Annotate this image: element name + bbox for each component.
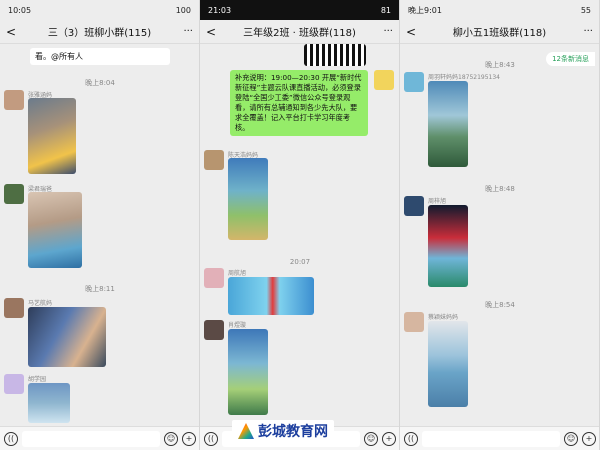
sender-name: 蔡颖妹妈妈 <box>428 314 459 321</box>
avatar[interactable] <box>4 184 24 204</box>
sender-name: 胡学园 <box>28 376 47 383</box>
photo-message[interactable] <box>428 81 468 167</box>
emoji-icon[interactable]: ☺ <box>564 431 578 446</box>
new-messages-badge[interactable]: 12条新消息 <box>546 52 595 66</box>
sender-name: 马艺航妈 <box>28 300 53 307</box>
input-bar: (( ☺ + <box>400 426 599 450</box>
voice-icon[interactable]: (( <box>4 431 18 446</box>
watermark-logo: 彭城教育网 <box>232 420 334 442</box>
chat-title: 柳小五1班级群(118) <box>452 28 547 39</box>
chat-panel-1: 10:05 100 < 三（3）班柳小群(115) ··· 看。@所有人 晚上8… <box>0 0 200 450</box>
photo-message[interactable] <box>428 321 468 407</box>
chat-header: < 柳小五1班级群(118) ··· <box>400 20 599 44</box>
sender-name: 周梓旭 <box>428 198 447 205</box>
timestamp: 晚上8:54 <box>485 301 515 309</box>
status-bar: 10:05 100 <box>0 0 199 20</box>
qr-code-image[interactable] <box>304 44 366 66</box>
timestamp: 20:07 <box>289 258 311 266</box>
logo-text: 彭城教育网 <box>258 424 328 440</box>
avatar[interactable] <box>404 312 424 332</box>
chat-panel-3: 晚上9:01 55 < 柳小五1班级群(118) ··· 晚上8:43 12条新… <box>400 0 600 450</box>
more-icon[interactable]: ··· <box>379 26 393 37</box>
more-icon[interactable]: ··· <box>179 26 193 37</box>
avatar[interactable] <box>404 72 424 92</box>
input-bar: (( ☺ + <box>0 426 199 450</box>
status-time: 10:05 <box>8 5 32 15</box>
photo-message[interactable] <box>28 98 76 174</box>
status-bar: 21:03 81 <box>200 0 399 20</box>
avatar[interactable] <box>204 150 224 170</box>
chat-header: < 三年级2班 · 班级群(118) ··· <box>200 20 399 44</box>
voice-icon[interactable]: (( <box>204 431 218 446</box>
status-bar: 晚上9:01 55 <box>400 0 599 20</box>
avatar-self[interactable] <box>374 70 394 90</box>
emoji-icon[interactable]: ☺ <box>164 431 178 446</box>
photo-message[interactable] <box>28 192 82 268</box>
battery-indicator: 55 <box>580 5 591 15</box>
battery-indicator: 100 <box>175 5 191 15</box>
sender-name: 周羽轩妈妈18752195134 <box>428 74 500 81</box>
timestamp: 晚上8:48 <box>485 185 515 193</box>
sender-name: 周航旭 <box>228 270 247 277</box>
chat-header: < 三（3）班柳小群(115) ··· <box>0 20 199 44</box>
back-icon[interactable]: < <box>206 25 220 39</box>
chat-panel-2: 21:03 81 < 三年级2班 · 班级群(118) ··· 补充说明：19:… <box>200 0 400 450</box>
plus-icon[interactable]: + <box>182 431 196 446</box>
more-icon[interactable]: ··· <box>579 26 593 37</box>
plus-icon[interactable]: + <box>382 431 396 446</box>
photo-message[interactable] <box>228 329 268 415</box>
avatar[interactable] <box>4 90 24 110</box>
back-icon[interactable]: < <box>6 25 20 39</box>
message-input[interactable] <box>22 430 160 447</box>
photo-message[interactable] <box>228 277 314 315</box>
photo-message[interactable] <box>28 307 106 367</box>
sender-name: 肖煜璇 <box>228 322 247 329</box>
emoji-icon[interactable]: ☺ <box>364 431 378 446</box>
battery-indicator: 81 <box>380 5 391 15</box>
avatar[interactable] <box>404 196 424 216</box>
avatar[interactable] <box>4 298 24 318</box>
timestamp: 晚上8:11 <box>85 285 115 293</box>
screens-composite: 10:05 100 < 三（3）班柳小群(115) ··· 看。@所有人 晚上8… <box>0 0 600 450</box>
plus-icon[interactable]: + <box>582 431 596 446</box>
avatar[interactable] <box>4 374 24 394</box>
avatar[interactable] <box>204 320 224 340</box>
message-input[interactable] <box>422 430 560 447</box>
logo-mark-icon <box>238 423 254 439</box>
avatar[interactable] <box>204 268 224 288</box>
chat-title: 三（3）班柳小群(115) <box>47 28 152 39</box>
message-bubble[interactable]: 看。@所有人 <box>30 48 170 65</box>
message-bubble-notice[interactable]: 补充说明：19:00—20:30 开展“新时代 新征程”主题云队课直播活动，必须… <box>230 70 368 136</box>
status-time: 21:03 <box>208 5 232 15</box>
photo-message[interactable] <box>228 158 268 240</box>
status-time: 晚上9:01 <box>408 5 442 15</box>
chat-title: 三年级2班 · 班级群(118) <box>243 28 356 39</box>
back-icon[interactable]: < <box>406 25 420 39</box>
voice-icon[interactable]: (( <box>404 431 418 446</box>
photo-message[interactable] <box>428 205 468 287</box>
photo-message[interactable] <box>28 383 70 423</box>
timestamp: 晚上8:04 <box>85 79 115 87</box>
